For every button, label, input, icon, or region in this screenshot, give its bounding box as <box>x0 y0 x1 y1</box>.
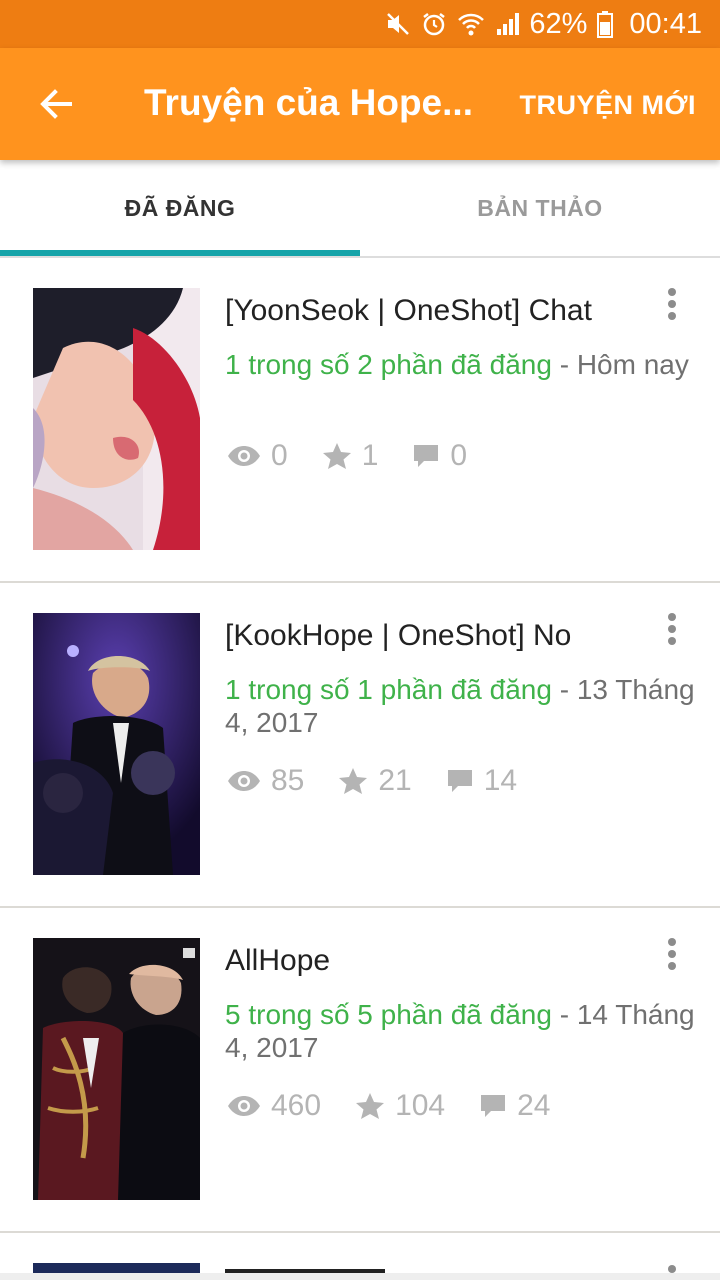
story-meta: 1 trong số 1 phần đã đăng - 13 Tháng 4, … <box>225 673 703 739</box>
more-options-icon[interactable] <box>662 936 682 976</box>
comments-stat: 14 <box>446 764 517 798</box>
published-parts: 1 trong số 2 phần đã đăng <box>225 349 552 380</box>
views-count: 460 <box>271 1089 322 1122</box>
mute-icon <box>385 11 411 37</box>
tab-published[interactable]: ĐÃ ĐĂNG <box>0 160 360 256</box>
clock: 00:41 <box>629 7 702 40</box>
views-stat: 85 <box>227 764 304 798</box>
story-card-partial[interactable] <box>0 1233 720 1273</box>
story-meta: 1 trong số 2 phần đã đăng - Hôm nay <box>225 348 703 381</box>
star-icon <box>322 443 351 469</box>
wifi-icon <box>457 11 485 37</box>
votes-count: 1 <box>361 439 379 472</box>
story-card[interactable]: [YoonSeok | OneShot] Chat 1 trong số 2 p… <box>0 258 720 583</box>
votes-stat: 1 <box>322 439 379 473</box>
battery-percentage: 62% <box>529 7 588 40</box>
new-story-button[interactable]: TRUYỆN MỚI <box>519 90 696 121</box>
views-count: 0 <box>271 439 288 472</box>
comment-icon <box>481 1095 506 1117</box>
story-card[interactable]: AllHope 5 trong số 5 phần đã đăng - 14 T… <box>0 908 720 1233</box>
comments-count: 24 <box>517 1089 551 1122</box>
tab-indicator <box>0 250 360 256</box>
story-cover-image <box>33 938 200 1200</box>
story-title: AllHope <box>225 944 331 977</box>
star-icon <box>356 1093 385 1119</box>
more-options-icon[interactable] <box>668 1265 676 1273</box>
votes-stat: 21 <box>338 764 412 798</box>
story-card[interactable]: [KookHope | OneShot] No 1 trong số 1 phầ… <box>0 583 720 908</box>
views-stat: 0 <box>227 439 288 473</box>
views-count: 85 <box>271 764 305 797</box>
more-options-icon[interactable] <box>662 286 682 326</box>
story-cover-image <box>33 288 200 550</box>
story-title <box>225 1269 385 1273</box>
published-parts: 5 trong số 5 phần đã đăng <box>225 999 552 1030</box>
eye-icon <box>228 1096 260 1116</box>
signal-icon <box>495 11 521 37</box>
comment-icon <box>447 770 472 792</box>
page-title: Truyện của Hope... <box>144 82 473 123</box>
battery-icon <box>597 10 614 38</box>
more-options-icon[interactable] <box>662 611 682 651</box>
story-cover-image <box>33 1263 200 1273</box>
views-stat: 460 <box>227 1089 321 1123</box>
votes-stat: 104 <box>355 1089 445 1123</box>
eye-icon <box>228 771 260 791</box>
story-cover-image <box>33 613 200 875</box>
tab-drafts[interactable]: BẢN THẢO <box>360 160 720 256</box>
tab-bar: ĐÃ ĐĂNG BẢN THẢO <box>0 160 720 258</box>
story-stats: 0 1 0 <box>227 436 707 476</box>
comments-count: 14 <box>483 764 518 797</box>
eye-icon <box>228 446 260 466</box>
votes-count: 21 <box>378 764 412 797</box>
comments-count: 0 <box>450 439 468 472</box>
story-stats: 460 104 24 <box>227 1086 707 1126</box>
comment-icon <box>414 445 439 467</box>
published-date: - Hôm nay <box>551 349 689 380</box>
back-arrow-icon[interactable] <box>36 84 76 124</box>
story-meta: 5 trong số 5 phần đã đăng - 14 Tháng 4, … <box>225 998 703 1064</box>
status-bar: 62% 00:41 <box>0 0 720 48</box>
story-title: [KookHope | OneShot] No <box>225 619 572 652</box>
story-stats: 85 21 14 <box>227 761 707 801</box>
star-icon <box>339 768 368 794</box>
comments-stat: 24 <box>479 1089 551 1123</box>
comments-stat: 0 <box>412 439 467 473</box>
story-title: [YoonSeok | OneShot] Chat <box>225 294 592 327</box>
story-list: [YoonSeok | OneShot] Chat 1 trong số 2 p… <box>0 258 720 1273</box>
alarm-icon <box>421 11 447 37</box>
app-bar: Truyện của Hope... TRUYỆN MỚI <box>0 48 720 160</box>
published-parts: 1 trong số 1 phần đã đăng <box>225 674 552 705</box>
votes-count: 104 <box>395 1089 446 1122</box>
